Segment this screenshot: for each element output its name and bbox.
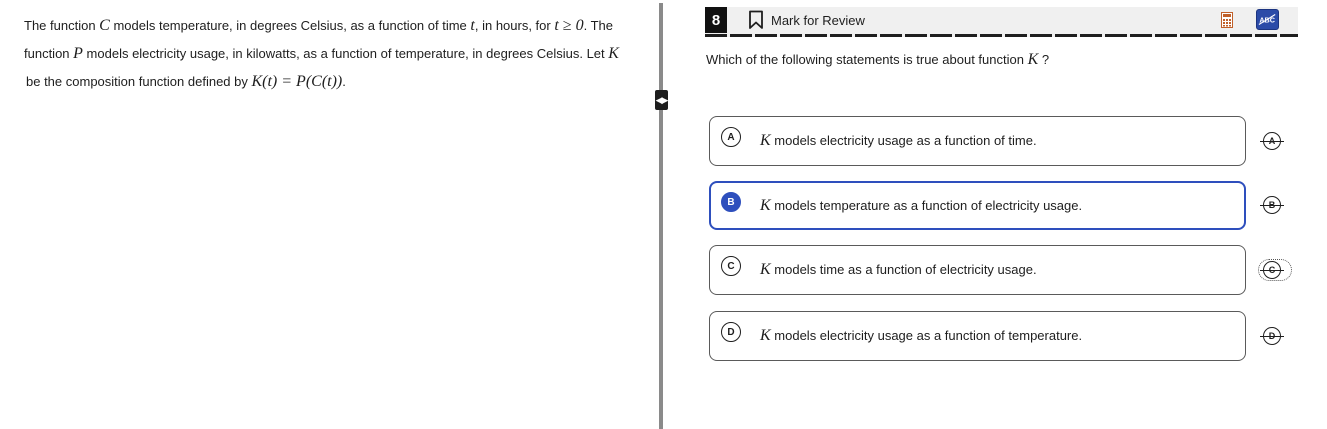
math-var: K <box>760 132 771 149</box>
question-end: ? <box>1041 52 1050 67</box>
passage-text: models temperature, in degrees Celsius, … <box>109 18 471 33</box>
pane-divider[interactable] <box>659 3 663 429</box>
choice-label: models temperature as a function of elec… <box>770 198 1083 213</box>
divider-handle-icon[interactable]: ◀▶ <box>655 90 668 110</box>
mark-for-review-button[interactable]: Mark for Review <box>771 13 865 28</box>
math-var: K <box>760 327 771 344</box>
passage-line-3: be the composition function defined by K… <box>24 68 624 96</box>
choice-a[interactable]: A K models electricity usage as a functi… <box>709 116 1246 166</box>
math-var: K <box>760 261 771 278</box>
eliminate-d-button[interactable]: D <box>1260 327 1284 345</box>
passage-text: be the composition function defined by <box>26 74 252 89</box>
math-var: P <box>73 45 83 62</box>
header-dashed-rule <box>705 34 1298 37</box>
choice-letter: D <box>721 322 741 342</box>
choice-text: K models temperature as a function of el… <box>760 196 1082 216</box>
passage-text: The function <box>24 18 100 33</box>
choice-text: K models electricity usage as a function… <box>760 131 1037 151</box>
passage-line-2: function P models electricity usage, in … <box>24 40 624 68</box>
passage: The function C models temperature, in de… <box>24 12 624 96</box>
choice-c[interactable]: C K models time as a function of electri… <box>709 245 1246 295</box>
question-prompt: Which of the following statements is tru… <box>706 50 1049 70</box>
choice-letter: C <box>721 256 741 276</box>
math-var: K <box>1027 51 1039 68</box>
passage-text: function <box>24 46 74 61</box>
passage-text: models electricity usage, in kilowatts, … <box>82 46 609 61</box>
choice-letter: A <box>721 127 741 147</box>
passage-text: . <box>342 74 346 89</box>
choice-label: models electricity usage as a function o… <box>770 133 1037 148</box>
math-var: C <box>99 17 110 34</box>
passage-text: , in hours, for <box>474 18 555 33</box>
math-var: K <box>608 45 619 62</box>
choice-label: models electricity usage as a function o… <box>770 328 1083 343</box>
eliminate-b-button[interactable]: B <box>1260 196 1284 214</box>
question-number: 8 <box>705 7 727 33</box>
choice-d[interactable]: D K models electricity usage as a functi… <box>709 311 1246 361</box>
choice-b[interactable]: B K models temperature as a function of … <box>709 181 1246 230</box>
eliminate-c-button[interactable]: C <box>1260 261 1284 279</box>
math-expression: K(t) = P(C(t)) <box>251 73 343 90</box>
question-text: Which of the following statements is tru… <box>706 52 1028 67</box>
choice-text: K models electricity usage as a function… <box>760 326 1082 346</box>
abc-strikethrough-icon[interactable]: ABC <box>1256 9 1279 30</box>
math-var: K <box>760 197 771 214</box>
passage-line-1: The function C models temperature, in de… <box>24 12 624 40</box>
passage-text: . The <box>583 18 613 33</box>
choice-label: models time as a function of electricity… <box>770 262 1037 277</box>
eliminate-a-button[interactable]: A <box>1260 132 1284 150</box>
calculator-icon[interactable] <box>1221 12 1233 28</box>
choice-letter: B <box>721 192 741 212</box>
math-expression: t ≥ 0 <box>554 17 584 34</box>
bookmark-icon[interactable] <box>748 10 764 30</box>
choice-text: K models time as a function of electrici… <box>760 260 1037 280</box>
